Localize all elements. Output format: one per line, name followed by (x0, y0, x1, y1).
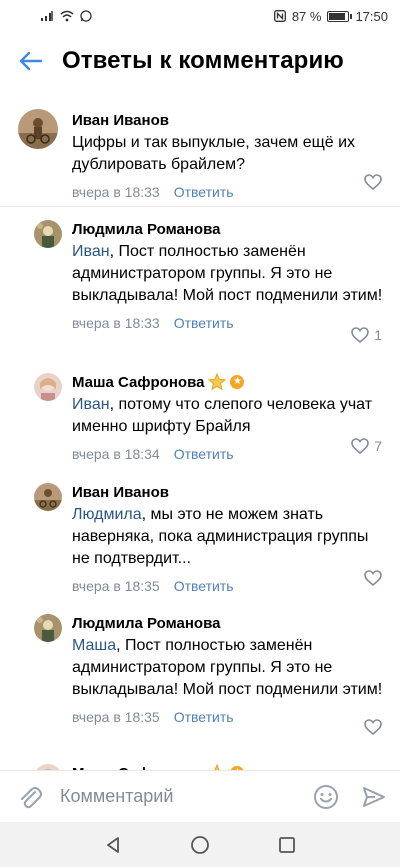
signal-icon (41, 11, 53, 21)
avatar[interactable] (18, 109, 58, 149)
circle-home-icon[interactable] (190, 835, 210, 855)
back-button[interactable] (0, 32, 62, 90)
like-button[interactable] (364, 570, 382, 586)
like-button[interactable] (364, 174, 382, 190)
comment-meta: вчера в 18:35 Ответить (72, 574, 386, 598)
comments-list: Иван Иванов Цифры и так выпуклые, зачем … (0, 98, 400, 791)
reply-button[interactable]: Ответить (174, 446, 234, 462)
heart-outline-icon (364, 570, 382, 586)
avatar[interactable] (34, 614, 62, 642)
comment-time: вчера в 18:35 (72, 709, 160, 725)
status-left-icons (40, 10, 92, 22)
whatsapp-icon (80, 10, 92, 22)
page-title: Ответы к комментарию (62, 47, 344, 74)
mention-link[interactable]: Иван (72, 243, 110, 260)
reply-button[interactable]: Ответить (174, 709, 234, 725)
comment-time: вчера в 18:34 (72, 446, 160, 462)
comment-text: Маша, Пост полностью заменён администрат… (72, 635, 386, 701)
comment-author[interactable]: Маша Сафронова ★ (72, 372, 386, 392)
paperclip-icon (21, 786, 42, 808)
author-name[interactable]: Иван Иванов (72, 484, 169, 501)
battery-percent: 87 % (291, 8, 322, 24)
heart-outline-icon (364, 174, 382, 190)
heart-outline-icon (351, 327, 370, 343)
nfc-icon (273, 10, 286, 22)
comment-item: Людмила Романова Маша, Пост полностью за… (0, 601, 400, 751)
reply-button[interactable]: Ответить (174, 578, 234, 594)
comment-meta: вчера в 18:35 Ответить (72, 705, 386, 729)
comment-composer (0, 770, 400, 822)
comment-text-body: , потому что слепого человека учат именн… (72, 396, 373, 435)
author-name[interactable]: Иван Иванов (72, 112, 169, 129)
like-button[interactable]: 1 (351, 327, 382, 343)
author-name[interactable]: Маша Сафронова (72, 374, 204, 391)
author-name[interactable]: Людмила Романова (72, 615, 220, 632)
heart-outline-icon (351, 438, 370, 454)
like-button[interactable]: 7 (351, 438, 382, 454)
comment-text: Иван, потому что слепого человека учат и… (72, 394, 386, 438)
comment-author[interactable]: Иван Иванов (72, 482, 386, 502)
comment-time: вчера в 18:35 (72, 578, 160, 594)
header: Ответы к комментарию (0, 32, 400, 90)
emoji-button[interactable] (304, 784, 348, 810)
arrow-left-icon (19, 51, 43, 71)
like-button[interactable] (364, 719, 382, 735)
comment-item: Иван Иванов Людмила, мы это не можем зна… (0, 470, 400, 601)
comment-item: Маша Сафронова ★ Иван, потому что слепог… (0, 360, 400, 470)
comment-time: вчера в 18:33 (72, 184, 160, 200)
heart-outline-icon (364, 719, 382, 735)
reply-button[interactable]: Ответить (174, 184, 234, 200)
comment-meta: вчера в 18:33 Ответить (72, 311, 386, 335)
mention-link[interactable]: Маша (72, 637, 116, 654)
comment-meta: вчера в 18:33 Ответить (72, 180, 386, 204)
comment-author[interactable]: Иван Иванов (72, 110, 386, 130)
mention-link[interactable]: Иван (72, 396, 110, 413)
avatar[interactable] (34, 220, 62, 248)
comment-time: вчера в 18:33 (72, 315, 160, 331)
comment-text: Иван, Пост полностью заменён администрат… (72, 241, 386, 307)
like-count: 1 (374, 327, 382, 343)
status-bar: 87 % 17:50 (0, 0, 400, 32)
triangle-back-icon[interactable] (104, 836, 122, 854)
comment-author[interactable]: Людмила Романова (72, 219, 386, 239)
star-badge-icon (208, 373, 227, 391)
clock: 17:50 (355, 8, 388, 24)
comment-text-body: , Пост полностью заменён администратором… (72, 243, 383, 304)
comment-item: Иван Иванов Цифры и так выпуклые, зачем … (0, 98, 400, 207)
comment-text: Цифры и так выпуклые, зачем ещё их дубли… (72, 134, 356, 173)
status-right: 87 % 17:50 (273, 8, 388, 24)
avatar[interactable] (34, 483, 62, 511)
like-count: 7 (374, 438, 382, 454)
send-button[interactable] (348, 786, 400, 808)
reply-button[interactable]: Ответить (174, 315, 234, 331)
author-name[interactable]: Людмила Романова (72, 221, 220, 238)
smile-icon (314, 784, 338, 809)
send-arrow-icon (363, 786, 385, 807)
square-recent-icon[interactable] (278, 836, 296, 854)
wifi-icon (60, 10, 74, 22)
donut-badge-icon: ★ (230, 375, 245, 389)
comment-author[interactable]: Людмила Романова (72, 613, 386, 633)
attach-button[interactable] (0, 784, 60, 810)
battery-icon (327, 10, 353, 22)
comment-text-body: , Пост полностью заменён администратором… (72, 637, 383, 698)
comment-item: Людмила Романова Иван, Пост полностью за… (0, 207, 400, 360)
comment-meta: вчера в 18:34 Ответить (72, 442, 386, 466)
mention-link[interactable]: Людмила (72, 506, 142, 523)
system-nav-bar (0, 822, 400, 867)
avatar[interactable] (34, 373, 62, 401)
comment-input[interactable] (60, 786, 304, 807)
comment-text: Людмила, мы это не можем знать наверняка… (72, 504, 386, 570)
